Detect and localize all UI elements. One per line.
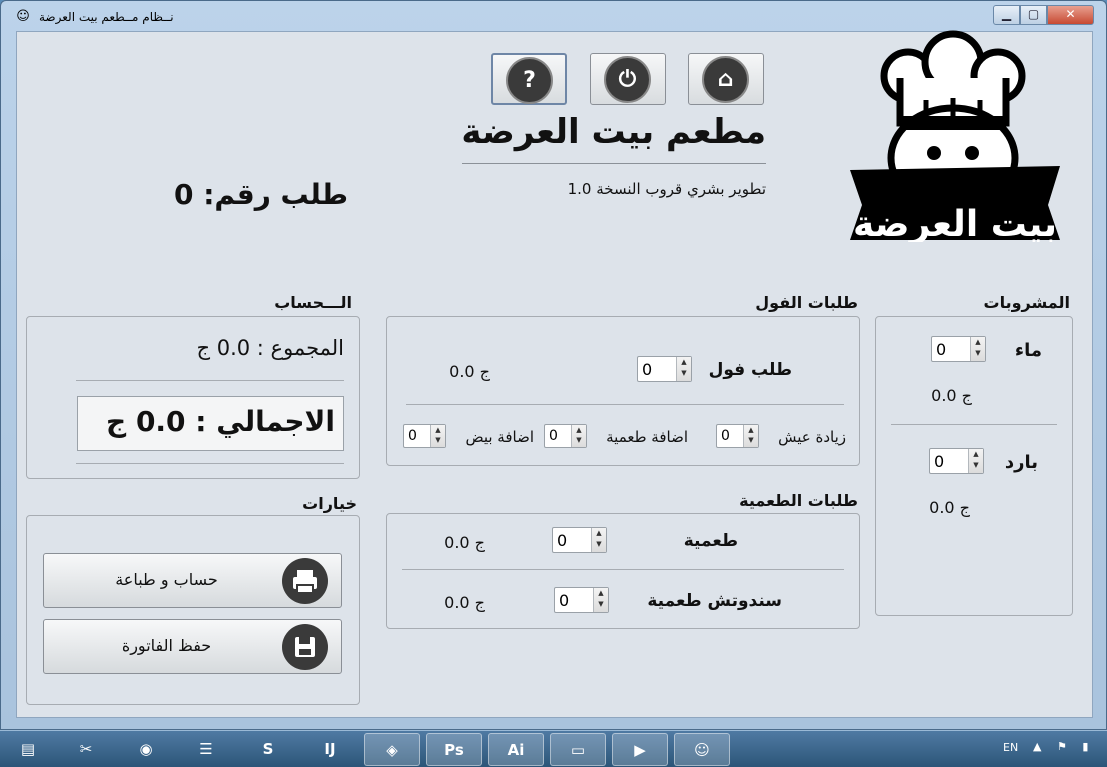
home-button[interactable]: ⌂ xyxy=(688,53,764,105)
options-title: خيارات xyxy=(302,494,357,513)
water-quantity-spinner[interactable]: 0 ▲ ▼ xyxy=(931,336,986,362)
virtualbox-app-icon[interactable]: ◈ xyxy=(364,733,420,766)
foul-label: طلب فول xyxy=(708,360,792,380)
explorer-app-icon[interactable]: ▤ xyxy=(0,733,56,766)
cold-drink-quantity-spinner[interactable]: 0 ▲ ▼ xyxy=(929,448,984,474)
cold-drink-quantity-value: 0 xyxy=(934,452,945,471)
taameya-quantity-value: 0 xyxy=(557,531,568,550)
foul-divider xyxy=(406,404,844,405)
cold-drink-label: بارد xyxy=(1004,452,1038,473)
minimize-button[interactable]: ▁ xyxy=(993,5,1020,25)
help-button[interactable]: ? xyxy=(491,53,567,105)
maximize-button[interactable]: ▢ xyxy=(1020,5,1047,25)
drinks-divider xyxy=(891,424,1057,425)
books-app-icon[interactable]: ☰ xyxy=(178,733,234,766)
sandwich-quantity-value: 0 xyxy=(559,591,570,610)
save-invoice-label: حفظ الفاتورة xyxy=(121,636,212,655)
folder-app-icon[interactable]: ▭ xyxy=(550,733,606,766)
cold-drink-price: 0.0 ج xyxy=(929,498,970,517)
chef-app-icon: ☺ xyxy=(16,9,30,24)
account-divider xyxy=(76,380,344,381)
home-icon: ⌂ xyxy=(702,56,749,103)
sublime-app-icon[interactable]: S xyxy=(240,733,296,766)
water-price: 0.0 ج xyxy=(931,386,972,405)
title-divider xyxy=(462,163,766,164)
add-taameya-value: 0 xyxy=(549,428,558,444)
question-icon: ? xyxy=(506,57,553,104)
logo-text: بيت العرضة xyxy=(853,204,1057,242)
taameya-divider xyxy=(402,569,844,570)
tools-app-icon[interactable]: ✂ xyxy=(58,733,114,766)
calc-print-label: حساب و طباعة xyxy=(115,570,218,589)
drinks-title: المشروبات xyxy=(983,293,1071,312)
foul-quantity-value: 0 xyxy=(642,360,653,379)
taameya-orders-title: طلبات الطعمية xyxy=(739,491,858,510)
spinner-arrows-icon[interactable]: ▲ ▼ xyxy=(970,337,985,361)
total-label: الاجمالي : 0.0 ج xyxy=(106,405,335,438)
water-label: ماء xyxy=(1014,340,1042,361)
foul-price: 0.0 ج xyxy=(449,362,490,381)
spinner-arrows-icon[interactable]: ▲ ▼ xyxy=(968,449,983,473)
subtotal-label: المجموع : 0.0 ج xyxy=(196,336,344,360)
water-quantity-value: 0 xyxy=(936,340,947,359)
extra-bread-spinner[interactable]: 0 ▲ ▼ xyxy=(716,424,759,448)
add-taameya-spinner[interactable]: 0 ▲ ▼ xyxy=(544,424,587,448)
extra-bread-label: زيادة عيش xyxy=(778,428,846,446)
system-tray-icons[interactable]: ▲ ⚑ ▮ xyxy=(1033,740,1094,753)
foul-quantity-spinner[interactable]: 0 ▲ ▼ xyxy=(637,356,692,382)
taameya-quantity-spinner[interactable]: 0 ▲ ▼ xyxy=(552,527,607,553)
spinner-arrows-icon[interactable]: ▲ ▼ xyxy=(593,588,608,612)
spinner-arrows-icon[interactable]: ▲ ▼ xyxy=(430,425,445,447)
spinner-arrows-icon[interactable]: ▲ ▼ xyxy=(743,425,758,447)
window-title: نــظام مــطعم بيت العرضة xyxy=(39,10,174,24)
title-bar[interactable]: ☺ نــظام مــطعم بيت العرضة ▁ ▢ ✕ xyxy=(1,1,1106,31)
language-indicator[interactable]: EN xyxy=(1003,741,1018,754)
chef-logo: بيت العرضة xyxy=(850,30,1060,242)
taskbar: ▤ ✂ ◉ ☰ S IJ ◈ Ps Ai ▭ ▶ ☺ EN ▲ ⚑ ▮ xyxy=(0,730,1107,767)
restaurant-app-icon[interactable]: ☺ xyxy=(674,733,730,766)
power-button[interactable]: ⏻ xyxy=(590,53,666,105)
sandwich-label: سندوتش طعمية xyxy=(647,591,782,611)
photoshop-app-icon[interactable]: Ps xyxy=(426,733,482,766)
close-button[interactable]: ✕ xyxy=(1047,5,1094,25)
options-panel xyxy=(26,515,360,705)
printer-icon xyxy=(282,558,328,604)
order-number: طلب رقم: 0 xyxy=(173,178,348,211)
save-invoice-button[interactable]: حفظ الفاتورة xyxy=(43,619,342,674)
account-title: الـــحساب xyxy=(274,293,352,312)
taameya-price: 0.0 ج xyxy=(444,533,485,552)
sandwich-price: 0.0 ج xyxy=(444,593,485,612)
taameya-label: طعمية xyxy=(683,531,738,551)
intellij-app-icon[interactable]: IJ xyxy=(302,733,358,766)
add-egg-value: 0 xyxy=(408,428,417,444)
developer-credit: تطوير بشري قروب النسخة 1.0 xyxy=(567,180,766,198)
restaurant-name: مطعم بيت العرضة xyxy=(461,112,766,152)
chrome-app-icon[interactable]: ◉ xyxy=(118,733,174,766)
account-bottom-divider xyxy=(76,463,344,464)
calc-print-button[interactable]: حساب و طباعة xyxy=(43,553,342,608)
spinner-arrows-icon[interactable]: ▲ ▼ xyxy=(571,425,586,447)
extra-bread-value: 0 xyxy=(721,428,730,444)
add-egg-spinner[interactable]: 0 ▲ ▼ xyxy=(403,424,446,448)
illustrator-app-icon[interactable]: Ai xyxy=(488,733,544,766)
add-egg-label: اضافة بيض xyxy=(465,428,534,446)
spinner-arrows-icon[interactable]: ▲ ▼ xyxy=(676,357,691,381)
add-taameya-label: اضافة طعمية xyxy=(606,428,688,446)
foul-orders-title: طلبات الفول xyxy=(755,293,858,312)
spinner-arrows-icon[interactable]: ▲ ▼ xyxy=(591,528,606,552)
media-player-app-icon[interactable]: ▶ xyxy=(612,733,668,766)
floppy-disk-icon xyxy=(282,624,328,670)
power-icon: ⏻ xyxy=(604,56,651,103)
sandwich-quantity-spinner[interactable]: 0 ▲ ▼ xyxy=(554,587,609,613)
